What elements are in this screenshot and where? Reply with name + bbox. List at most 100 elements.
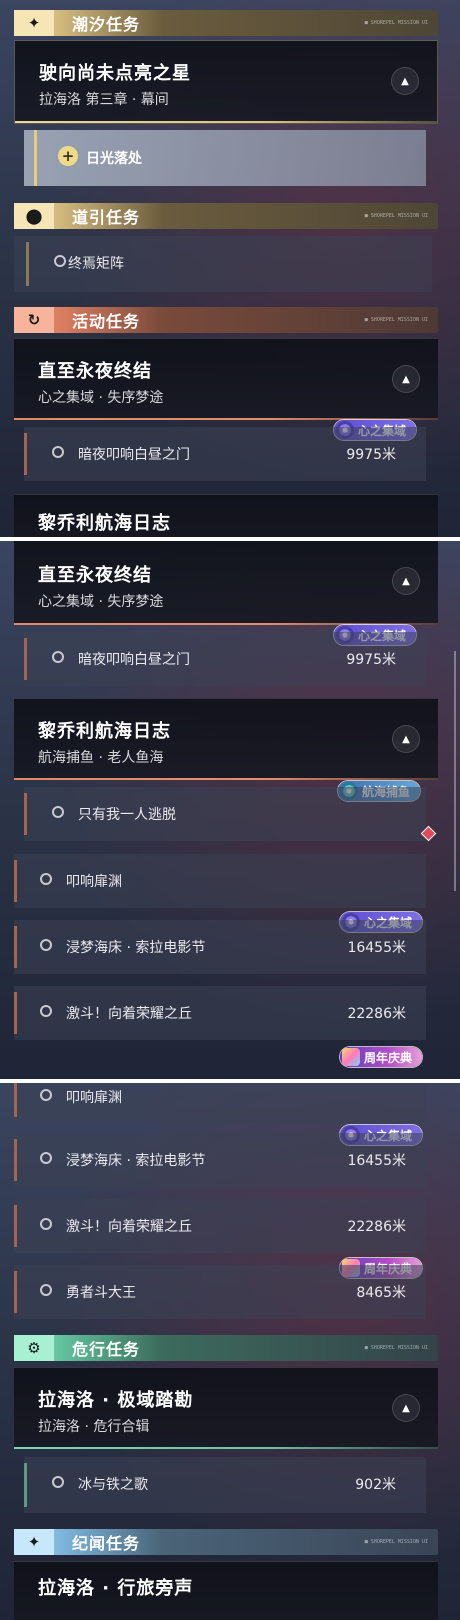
task-distance: 22286米 xyxy=(347,1006,406,1022)
task-label: 暗夜叩响白昼之门 xyxy=(78,652,190,668)
quest-title: 拉海洛 · 行旅旁声 xyxy=(38,1578,194,1599)
quest-title: 黎乔利航海日志 xyxy=(38,721,171,742)
quest-title: 黎乔利航海日志 xyxy=(38,513,171,534)
task-label: 叩响扉渊 xyxy=(66,1090,122,1106)
task-label: 暗夜叩响白昼之门 xyxy=(78,447,190,463)
section-title: 危行任务 xyxy=(72,1340,141,1359)
task-accent-bar xyxy=(14,926,17,968)
task-accent-bar xyxy=(34,130,37,186)
quest-panel-1: ✦ 潮汐任务 ■ SHOREPEL MISSION UI 驶向尚未点亮之星 拉海… xyxy=(0,0,460,537)
collapse-chevron-icon[interactable]: ▲ xyxy=(392,365,420,393)
section-header-chronicle[interactable]: ✦ 纪闻任务 ■ SHOREPEL MISSION UI xyxy=(14,1529,438,1555)
task-circle-icon xyxy=(40,939,52,951)
task-label: 勇者斗大王 xyxy=(66,1285,136,1301)
quest-card-peek[interactable]: 黎乔利航海日志 xyxy=(14,494,438,537)
location-pin-icon: ⬤ xyxy=(14,203,54,229)
header-decoration: ■ SHOREPEL MISSION UI xyxy=(364,213,428,219)
task-accent-bar xyxy=(24,1463,27,1507)
section-title: 活动任务 xyxy=(72,312,141,331)
tag-label: 周年庆典 xyxy=(364,1050,413,1065)
task-accent-bar xyxy=(14,860,17,902)
task-circle-icon xyxy=(40,1005,52,1017)
task-label: 浸梦海床 · 索拉电影节 xyxy=(66,1153,206,1169)
quest-card-chronicle[interactable]: 拉海洛 · 行旅旁声 xyxy=(14,1561,438,1620)
section-header-guide[interactable]: ⬤ 道引任务 ■ SHOREPEL MISSION UI xyxy=(14,203,438,229)
task-label: 叩响扉渊 xyxy=(66,874,122,890)
quest-task[interactable]: 浸梦海床 · 索拉电影节 16455米 xyxy=(14,920,426,974)
task-accent-bar xyxy=(14,1083,17,1117)
quest-subtitle: 心之集域 · 失序梦途 xyxy=(38,594,164,610)
task-label: 浸梦海床 · 索拉电影节 xyxy=(66,940,206,956)
task-distance: 902米 xyxy=(355,1477,396,1493)
alert-gear-icon: ⚙ xyxy=(14,1335,54,1361)
quest-card-danger[interactable]: 拉海洛 · 极域踏勘 拉海洛 · 危行合辑 ▲ xyxy=(14,1367,438,1449)
quest-title: 直至永夜终结 xyxy=(38,361,152,382)
quest-panel-2: 直至永夜终结 心之集域 · 失序梦途 ▲ 心之集域 暗夜叩响白昼之门 9975米… xyxy=(0,541,460,1079)
task-distance: 16455米 xyxy=(347,1153,406,1169)
quest-task[interactable]: 浸梦海床 · 索拉电影节 16455米 xyxy=(14,1133,426,1187)
quest-card-event[interactable]: 直至永夜终结 心之集域 · 失序梦途 ▲ xyxy=(14,541,438,625)
task-circle-icon xyxy=(40,1089,52,1101)
quest-card-event[interactable]: 直至永夜终结 心之集域 · 失序梦途 ▲ xyxy=(14,338,438,420)
card-underline xyxy=(15,121,437,123)
quest-task-danger[interactable]: 冰与铁之歌 902米 xyxy=(24,1457,426,1513)
card-underline xyxy=(14,778,438,780)
task-circle-icon xyxy=(52,806,64,818)
quest-task[interactable]: 叩响扉渊 xyxy=(14,854,426,908)
sparkle-icon: ✦ xyxy=(14,1529,54,1555)
quest-task-tide[interactable]: + 日光落处 xyxy=(24,130,426,186)
task-accent-bar xyxy=(24,793,27,835)
header-decoration: ■ SHOREPEL MISSION UI xyxy=(364,1539,428,1545)
quest-subtitle: 拉海洛 · 危行合辑 xyxy=(38,1419,150,1435)
task-accent-bar xyxy=(24,433,27,475)
section-title: 潮汐任务 xyxy=(72,15,141,34)
task-label: 日光落处 xyxy=(86,151,142,167)
sparkle-icon: ✦ xyxy=(14,10,54,36)
collapse-chevron-icon[interactable]: ▲ xyxy=(391,67,419,95)
scrollbar[interactable] xyxy=(454,651,456,891)
header-decoration: ■ SHOREPEL MISSION UI xyxy=(364,317,428,323)
task-circle-icon xyxy=(40,1218,52,1230)
quest-card-tide[interactable]: 驶向尚未点亮之星 拉海洛 第三章 · 幕间 ▲ xyxy=(14,40,438,124)
task-circle-icon xyxy=(52,651,64,663)
task-accent-bar xyxy=(14,1139,17,1181)
task-accent-bar xyxy=(14,992,17,1034)
task-circle-icon xyxy=(40,873,52,885)
task-distance: 22286米 xyxy=(347,1219,406,1235)
task-accent-bar xyxy=(14,1271,17,1313)
header-decoration: ■ SHOREPEL MISSION UI xyxy=(364,1345,428,1351)
track-plus-icon: + xyxy=(58,146,78,166)
collapse-chevron-icon[interactable]: ▲ xyxy=(392,1394,420,1422)
task-label: 冰与铁之歌 xyxy=(78,1477,148,1493)
quest-task[interactable]: 勇者斗大王 8465米 xyxy=(14,1265,426,1319)
collapse-chevron-icon[interactable]: ▲ xyxy=(392,725,420,753)
task-circle-icon xyxy=(40,1152,52,1164)
quest-subtitle: 拉海洛 第三章 · 幕间 xyxy=(39,92,169,108)
section-header-event[interactable]: ↻ 活动任务 ■ SHOREPEL MISSION UI xyxy=(14,307,438,333)
task-circle-icon xyxy=(40,1284,52,1296)
section-title: 道引任务 xyxy=(72,208,141,227)
quest-task[interactable]: 只有我一人逃脱 xyxy=(24,787,426,841)
quest-task-event[interactable]: 暗夜叩响白昼之门 9975米 xyxy=(24,427,426,481)
quest-task[interactable]: 激斗！向着荣耀之丘 22286米 xyxy=(14,1199,426,1253)
task-label: 激斗！向着荣耀之丘 xyxy=(66,1006,192,1022)
quest-task-guide[interactable]: 终焉矩阵 xyxy=(14,236,432,292)
quest-task[interactable]: 叩响扉渊 xyxy=(14,1083,426,1123)
task-distance: 8465米 xyxy=(356,1285,406,1301)
quest-card-voyage[interactable]: 黎乔利航海日志 航海捕鱼 · 老人鱼海 ▲ xyxy=(14,698,438,780)
task-distance: 16455米 xyxy=(347,940,406,956)
collapse-chevron-icon[interactable]: ▲ xyxy=(392,567,420,595)
section-header-danger[interactable]: ⚙ 危行任务 ■ SHOREPEL MISSION UI xyxy=(14,1335,438,1361)
card-underline xyxy=(14,1447,438,1449)
quest-task[interactable]: 激斗！向着荣耀之丘 22286米 xyxy=(14,986,426,1040)
task-label: 激斗！向着荣耀之丘 xyxy=(66,1219,192,1235)
anniversary-icon xyxy=(342,1048,360,1066)
task-accent-bar xyxy=(26,242,29,286)
anniversary-tag-badge: 周年庆典 xyxy=(340,1047,423,1067)
task-distance: 9975米 xyxy=(346,447,396,463)
task-circle-icon xyxy=(54,255,66,267)
quest-subtitle: 航海捕鱼 · 老人鱼海 xyxy=(38,750,164,766)
section-header-tide[interactable]: ✦ 潮汐任务 ■ SHOREPEL MISSION UI xyxy=(14,10,438,36)
quest-title: 拉海洛 · 极域踏勘 xyxy=(38,1390,194,1411)
quest-task[interactable]: 暗夜叩响白昼之门 9975米 xyxy=(24,632,426,686)
